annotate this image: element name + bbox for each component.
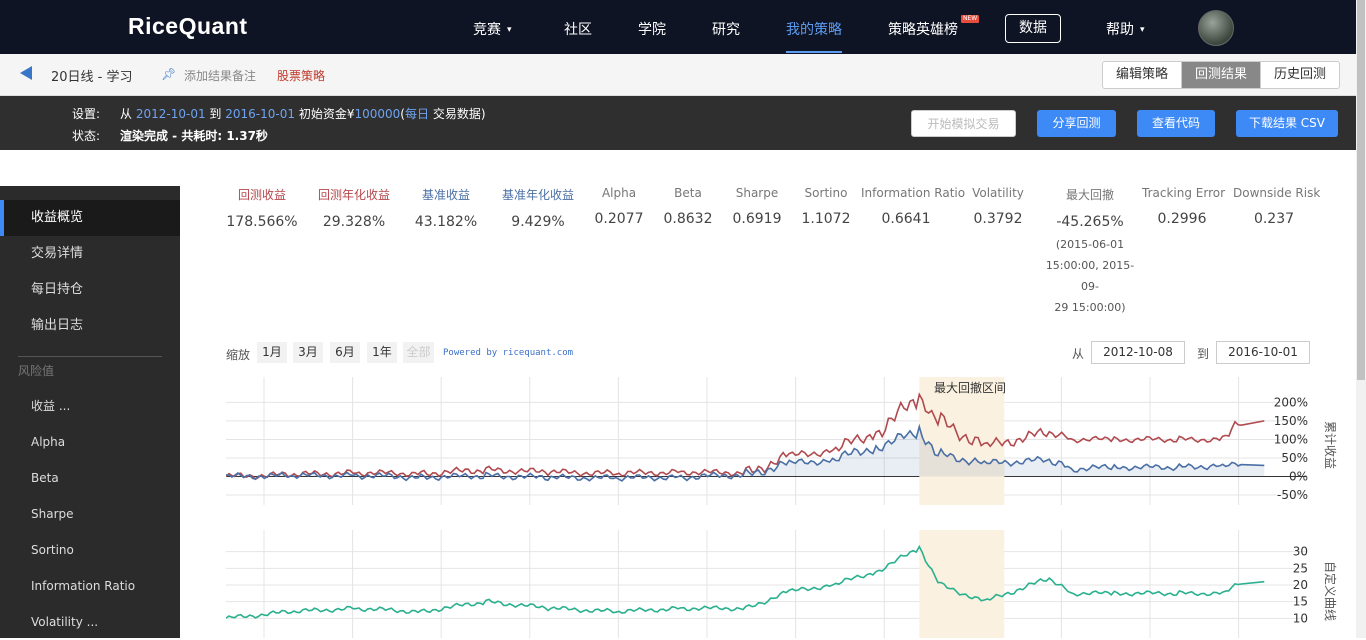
start-date: 2012-10-01 bbox=[135, 107, 206, 121]
nav-item-leaderboard[interactable]: 策略英雄榜 NEW bbox=[888, 15, 980, 39]
backtest-info-bar: 设置: 从 2012-10-01 到 2016-10-01 初始资金¥100000… bbox=[0, 96, 1356, 150]
tab-history-backtests[interactable]: 历史回测 bbox=[1260, 62, 1339, 88]
zoom-1m-button[interactable]: 1月 bbox=[257, 342, 287, 363]
metric-benchmark-return: 基准收益 43.182% bbox=[414, 188, 478, 230]
sidebar-item-sharpe[interactable]: Sharpe bbox=[0, 496, 180, 532]
view-code-button[interactable]: 查看代码 bbox=[1137, 110, 1215, 137]
zoom-all-button[interactable]: 全部 bbox=[403, 342, 434, 363]
y-tick-label: 200% bbox=[1274, 395, 1308, 409]
date-to-label: 到 bbox=[1197, 347, 1210, 361]
metric-volatility: Volatility 0.3792 bbox=[972, 186, 1024, 227]
data-button[interactable]: 数据 bbox=[1005, 14, 1061, 43]
metric-downside-risk: Downside Risk 0.237 bbox=[1233, 186, 1321, 227]
date-to-input[interactable]: 2016-10-01 bbox=[1216, 341, 1310, 364]
sidebar-divider bbox=[18, 356, 162, 357]
sidebar-item-trades[interactable]: 交易详情 bbox=[0, 236, 180, 272]
chevron-down-icon: ▾ bbox=[507, 25, 512, 35]
strategy-title: 20日线 - 学习 bbox=[51, 70, 133, 85]
scrollbar-thumb[interactable] bbox=[1357, 0, 1365, 380]
metric-information-ratio: Information Ratio 0.6641 bbox=[861, 186, 966, 227]
drawdown-annotation: 最大回撤区间 bbox=[934, 380, 1006, 395]
add-note-link[interactable]: 添加结果备注 bbox=[184, 67, 256, 84]
strategy-toolbar: 20日线 - 学习 📌︎ 添加结果备注 股票策略 编辑策略 回测结果 历史回测 bbox=[0, 54, 1356, 96]
chart2-ylabel: 自定义曲线 bbox=[1323, 561, 1338, 621]
y-tick-label: 150% bbox=[1274, 414, 1308, 428]
zoom-1y-button[interactable]: 1年 bbox=[367, 342, 397, 363]
nav-item-academy[interactable]: 学院 bbox=[638, 19, 666, 39]
nav-item-my-strategies[interactable]: 我的策略 bbox=[786, 19, 842, 53]
download-csv-button[interactable]: 下载结果 CSV bbox=[1236, 110, 1338, 137]
pin-icon[interactable]: 📌︎ bbox=[161, 67, 176, 81]
zoom-6m-button[interactable]: 6月 bbox=[330, 342, 360, 363]
top-nav: RiceQuant 竞赛 ▾ 社区 学院 研究 我的策略 策略英雄榜 NEW 数据 … bbox=[0, 0, 1356, 54]
cumulative-return-chart[interactable]: 200% 150% 100% 50% 0% -50% 最大回撤区间 累计收益 bbox=[226, 377, 1354, 505]
y-tick-label: 0% bbox=[1289, 469, 1308, 483]
results-sidebar: 收益概览 交易详情 每日持仓 输出日志 风险值 收益 ... Alpha Bet… bbox=[0, 186, 180, 638]
sidebar-item-positions[interactable]: 每日持仓 bbox=[0, 272, 180, 308]
status-line: 状态: 渲染完成 - 共耗时: 1.37秒 bbox=[72, 129, 268, 143]
metric-backtest-return: 回测收益 178.566% bbox=[226, 188, 298, 230]
date-from-input[interactable]: 2012-10-08 bbox=[1091, 341, 1185, 364]
sidebar-item-sortino[interactable]: Sortino bbox=[0, 532, 180, 568]
page-scrollbar[interactable] bbox=[1356, 0, 1366, 638]
series-line bbox=[226, 544, 1265, 619]
sidebar-item-logs[interactable]: 输出日志 bbox=[0, 308, 180, 344]
y-tick-label: 20 bbox=[1293, 578, 1308, 592]
share-backtest-button[interactable]: 分享回测 bbox=[1037, 110, 1116, 137]
ricequant-logo[interactable]: RiceQuant bbox=[128, 13, 248, 40]
sidebar-item-overview[interactable]: 收益概览 bbox=[0, 200, 180, 236]
frequency: 每日 bbox=[404, 107, 429, 121]
metric-benchmark-annualized: 基准年化收益 9.429% bbox=[501, 188, 574, 230]
drawdown-region bbox=[919, 377, 1005, 505]
end-date: 2016-10-01 bbox=[225, 107, 296, 121]
metric-sortino: Sortino 1.1072 bbox=[801, 186, 851, 227]
avatar[interactable] bbox=[1198, 10, 1234, 46]
zoom-label: 缩放 bbox=[226, 348, 251, 362]
zoom-3m-button[interactable]: 3月 bbox=[293, 342, 323, 363]
sidebar-item-beta[interactable]: Beta bbox=[0, 460, 180, 496]
nav-item-contest[interactable]: 竞赛 ▾ bbox=[473, 19, 512, 39]
chart1-ylabel: 累计收益 bbox=[1323, 421, 1337, 469]
new-badge: NEW bbox=[961, 15, 980, 23]
metric-annualized-return: 回测年化收益 29.328% bbox=[317, 188, 390, 230]
y-tick-label: 25 bbox=[1293, 561, 1308, 575]
view-tabs: 编辑策略 回测结果 历史回测 bbox=[1102, 61, 1341, 89]
series-line bbox=[226, 392, 1265, 481]
drawdown-region bbox=[919, 530, 1005, 638]
initial-capital: 100000 bbox=[354, 107, 401, 121]
start-paper-trading-button[interactable]: 开始模拟交易 bbox=[911, 110, 1016, 137]
custom-curve-chart[interactable]: 30 25 20 15 10 自定义曲线 bbox=[226, 530, 1354, 638]
metric-max-drawdown: 最大回撤 -45.265% (2015-06-01 15:00:00, 2015-0… bbox=[1042, 186, 1138, 318]
y-tick-label: -50% bbox=[1277, 488, 1308, 502]
metric-sharpe: Sharpe 0.6919 bbox=[732, 186, 782, 227]
tab-edit-strategy[interactable]: 编辑策略 bbox=[1103, 62, 1181, 88]
strategy-type-tag: 股票策略 bbox=[277, 69, 326, 83]
back-arrow-icon[interactable] bbox=[20, 66, 32, 80]
powered-by-link[interactable]: Powered by ricequant.com bbox=[443, 348, 573, 358]
metric-tracking-error: Tracking Error 0.2996 bbox=[1142, 186, 1226, 227]
sidebar-item-volatility[interactable]: Volatility ... bbox=[0, 604, 180, 640]
max-drawdown-period: (2015-06-01 15:00:00, 2015-09- 29 15:00:00… bbox=[1045, 238, 1135, 314]
sidebar-item-returns[interactable]: 收益 ... bbox=[0, 388, 180, 424]
date-from-label: 从 bbox=[1072, 347, 1085, 361]
y-tick-label: 15 bbox=[1293, 595, 1308, 609]
sidebar-item-alpha[interactable]: Alpha bbox=[0, 424, 180, 460]
y-tick-label: 30 bbox=[1293, 545, 1308, 559]
nav-item-research[interactable]: 研究 bbox=[712, 19, 740, 39]
y-tick-label: 100% bbox=[1274, 432, 1308, 446]
settings-line: 设置: 从 2012-10-01 到 2016-10-01 初始资金¥100000… bbox=[72, 107, 486, 121]
status-text: 渲染完成 - 共耗时: 1.37秒 bbox=[120, 129, 268, 143]
nav-item-help[interactable]: 帮助 ▾ bbox=[1106, 19, 1145, 39]
nav-item-community[interactable]: 社区 bbox=[564, 19, 592, 39]
metric-beta: Beta 0.8632 bbox=[663, 186, 713, 227]
y-tick-label: 50% bbox=[1281, 451, 1308, 465]
sidebar-section-risk: 风险值 bbox=[18, 364, 55, 378]
tab-backtest-results[interactable]: 回测结果 bbox=[1181, 62, 1261, 88]
sidebar-item-information-ratio[interactable]: Information Ratio bbox=[0, 568, 180, 604]
metric-alpha: Alpha 0.2077 bbox=[594, 186, 644, 227]
y-tick-label: 10 bbox=[1293, 611, 1308, 625]
chevron-down-icon: ▾ bbox=[1140, 25, 1145, 35]
